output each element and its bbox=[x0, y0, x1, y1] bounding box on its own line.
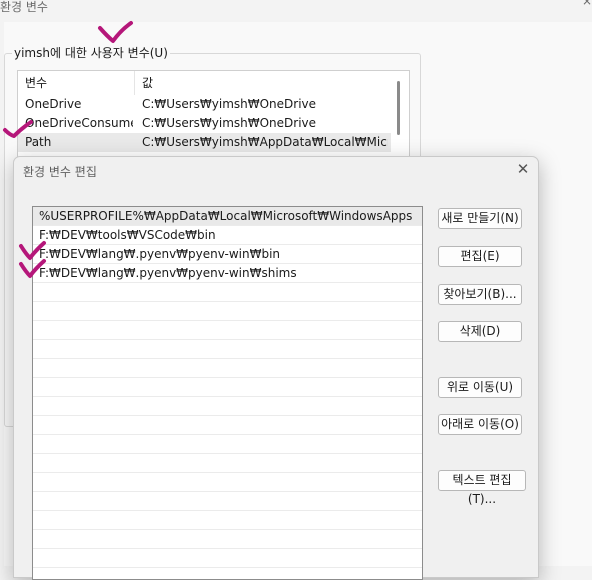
empty-row[interactable] bbox=[33, 397, 422, 416]
delete-button[interactable]: 삭제(D) bbox=[438, 321, 522, 342]
variable-row-onedriveconsumer[interactable]: OneDriveConsumer C:₩Users₩yimsh₩OneDrive bbox=[18, 114, 391, 133]
checkmark-annotation-icon bbox=[19, 259, 46, 278]
empty-row[interactable] bbox=[33, 568, 422, 579]
edit-environment-variable-dialog: 환경 변수 편집 ✕ %USERPROFILE%₩AppData₩Local₩M… bbox=[13, 156, 539, 580]
variable-row-onedrive[interactable]: OneDrive C:₩Users₩yimsh₩OneDrive bbox=[18, 95, 391, 114]
dialog-title: 환경 변수 편집 bbox=[23, 165, 97, 179]
edit-button[interactable]: 편집(E) bbox=[438, 246, 522, 267]
variable-row-path[interactable]: Path C:₩Users₩yimsh₩AppData₩Local₩Micros… bbox=[18, 133, 391, 152]
empty-row[interactable] bbox=[33, 340, 422, 359]
path-entry[interactable]: F:₩DEV₩lang₩.pyenv₩pyenv-win₩shims bbox=[33, 264, 422, 283]
empty-row[interactable] bbox=[33, 321, 422, 340]
empty-row[interactable] bbox=[33, 454, 422, 473]
empty-row[interactable] bbox=[33, 435, 422, 454]
window-title: 환경 변수 bbox=[0, 0, 48, 14]
checkmark-annotation-icon bbox=[3, 120, 33, 138]
variable-value: C:₩Users₩yimsh₩OneDrive bbox=[142, 97, 317, 111]
path-entry-text: F:₩DEV₩lang₩.pyenv₩pyenv-win₩shims bbox=[39, 266, 297, 280]
column-header-name[interactable]: 변수 bbox=[25, 71, 47, 95]
new-button[interactable]: 새로 만들기(N) bbox=[438, 208, 522, 229]
empty-row[interactable] bbox=[33, 511, 422, 530]
empty-row[interactable] bbox=[33, 549, 422, 568]
empty-row[interactable] bbox=[33, 359, 422, 378]
empty-row[interactable] bbox=[33, 473, 422, 492]
browse-button[interactable]: 찾아보기(B)... bbox=[438, 284, 522, 305]
variable-name: Path bbox=[25, 135, 52, 149]
path-entries-list[interactable]: %USERPROFILE%₩AppData₩Local₩Microsoft₩Wi… bbox=[32, 206, 423, 580]
path-entry-text: %USERPROFILE%₩AppData₩Local₩Microsoft₩Wi… bbox=[39, 209, 413, 223]
user-variables-group-label: yimsh에 대한 사용자 변수(U) bbox=[12, 44, 170, 61]
move-down-button[interactable]: 아래로 이동(O) bbox=[438, 414, 522, 435]
empty-row[interactable] bbox=[33, 492, 422, 511]
path-entry[interactable]: %USERPROFILE%₩AppData₩Local₩Microsoft₩Wi… bbox=[33, 207, 422, 226]
variable-value: C:₩Users₩yimsh₩AppData₩Local₩Microso... bbox=[142, 135, 388, 149]
variable-name: OneDriveConsumer bbox=[25, 116, 133, 130]
path-entry-text: F:₩DEV₩tools₩VSCode₩bin bbox=[39, 228, 216, 242]
checkmark-annotation-icon bbox=[98, 21, 133, 43]
edit-text-button[interactable]: 텍스트 편집(T)... bbox=[438, 470, 526, 506]
empty-row[interactable] bbox=[33, 378, 422, 397]
empty-row[interactable] bbox=[33, 302, 422, 321]
column-header-value[interactable]: 값 bbox=[142, 71, 153, 95]
close-icon[interactable]: ✕ bbox=[514, 160, 532, 178]
variable-value: C:₩Users₩yimsh₩OneDrive bbox=[142, 116, 317, 130]
empty-row[interactable] bbox=[33, 283, 422, 302]
user-variables-list[interactable]: 변수 값 OneDrive C:₩Users₩yimsh₩OneDrive On… bbox=[17, 70, 410, 162]
window-close-button[interactable]: × bbox=[582, 0, 592, 8]
move-up-button[interactable]: 위로 이동(U) bbox=[438, 377, 522, 398]
path-entry[interactable]: F:₩DEV₩lang₩.pyenv₩pyenv-win₩bin bbox=[33, 245, 422, 264]
empty-row[interactable] bbox=[33, 530, 422, 549]
path-entry-text: F:₩DEV₩lang₩.pyenv₩pyenv-win₩bin bbox=[39, 247, 281, 261]
path-entry[interactable]: F:₩DEV₩tools₩VSCode₩bin bbox=[33, 226, 422, 245]
column-divider[interactable] bbox=[134, 71, 135, 95]
empty-row[interactable] bbox=[33, 416, 422, 435]
list-scrollbar[interactable] bbox=[397, 81, 400, 135]
variable-name: OneDrive bbox=[25, 97, 82, 111]
